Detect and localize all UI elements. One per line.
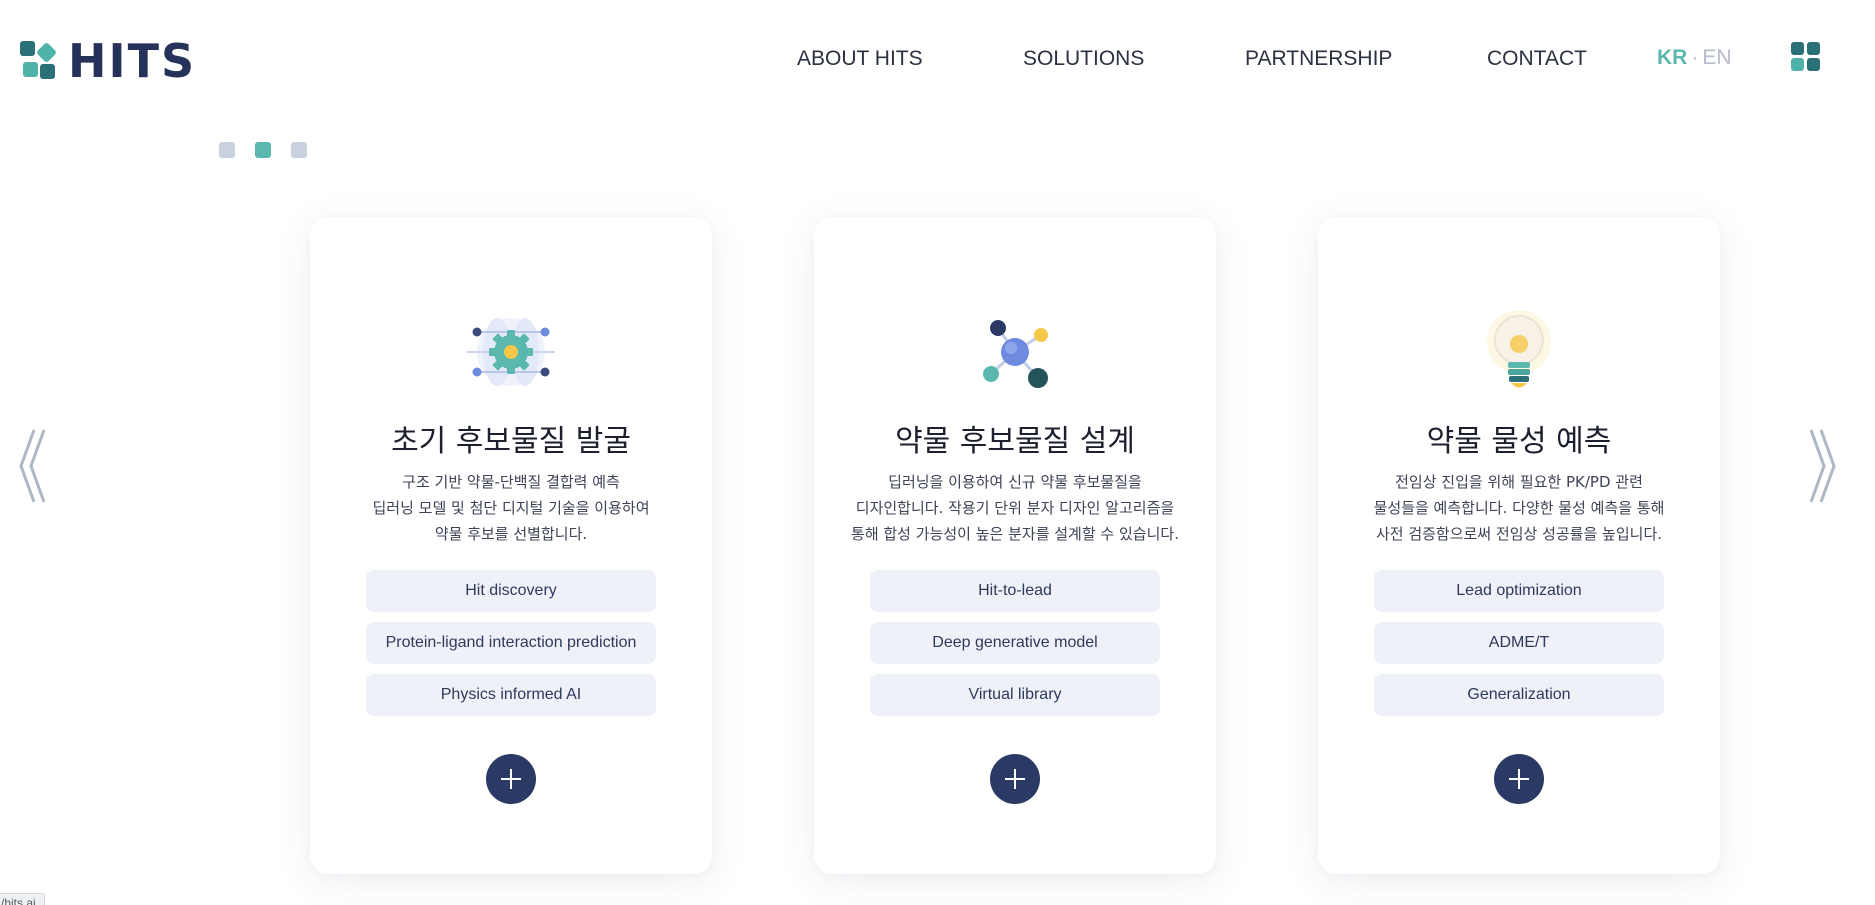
card-description: 전임상 진입을 위해 필요한 PK/PD 관련 물성들을 예측합니다. 다양한 …	[1338, 469, 1700, 547]
card-desc-line: 디자인합니다. 작용기 단위 분자 디자인 알고리즘을	[855, 499, 1175, 517]
card-desc-line: 딥러닝을 이용하여 신규 약물 후보물질을	[888, 473, 1142, 491]
lightbulb-icon	[1469, 302, 1569, 402]
card-desc-line: 약물 후보를 선별합니다.	[434, 525, 588, 543]
lang-en[interactable]: EN	[1702, 46, 1731, 69]
tag: Virtual library	[870, 674, 1160, 716]
language-switcher: KR · EN	[1657, 46, 1732, 70]
pager-dot-1[interactable]	[219, 142, 235, 158]
lang-kr[interactable]: KR	[1657, 46, 1687, 69]
card-description: 구조 기반 약물-단백질 결합력 예측 딥러닝 모델 및 첨단 디지털 기술을 …	[330, 469, 692, 547]
tag: Protein-ligand interaction prediction	[366, 622, 656, 664]
card-desc-line: 통해 합성 가능성이 높은 분자를 설계할 수 있습니다.	[851, 525, 1179, 543]
card-description: 딥러닝을 이용하여 신규 약물 후보물질을 디자인합니다. 작용기 단위 분자 …	[834, 469, 1196, 547]
plus-icon	[1509, 769, 1529, 789]
tag: Generalization	[1374, 674, 1664, 716]
card-desc-line: 전임상 진입을 위해 필요한 PK/PD 관련	[1395, 473, 1643, 491]
card-tags: Lead optimization ADME/T Generalization	[1374, 570, 1664, 726]
gear-network-icon	[461, 302, 561, 402]
nav-solutions[interactable]: SOLUTIONS	[1023, 47, 1144, 71]
logo[interactable]: HITS	[20, 38, 196, 84]
card-desc-line: 딥러닝 모델 및 첨단 디지털 기술을 이용하여	[372, 499, 650, 517]
logo-text: HITS	[68, 34, 197, 88]
tag: Deep generative model	[870, 622, 1160, 664]
lang-separator: ·	[1691, 46, 1699, 69]
card-title: 초기 후보물질 발굴	[391, 424, 631, 459]
status-bar-url: /hits.ai	[0, 893, 45, 905]
chevron-double-right-icon[interactable]	[1806, 428, 1838, 504]
pager-dot-3[interactable]	[291, 142, 307, 158]
solution-card-discovery: 초기 후보물질 발굴 구조 기반 약물-단백질 결합력 예측 딥러닝 모델 및 …	[310, 217, 712, 874]
chevron-double-left-icon[interactable]	[17, 428, 49, 504]
nav-about-hits[interactable]: ABOUT HITS	[797, 47, 923, 71]
molecule-icon	[965, 302, 1065, 402]
card-tags: Hit-to-lead Deep generative model Virtua…	[870, 570, 1160, 726]
logo-mark-icon	[20, 41, 58, 81]
site-header: HITS ABOUT HITS SOLUTIONS PARTNERSHIP CO…	[0, 0, 1875, 118]
pager-dot-2-active[interactable]	[255, 142, 271, 158]
card-tags: Hit discovery Protein-ligand interaction…	[366, 570, 656, 726]
expand-button[interactable]	[1494, 754, 1544, 804]
card-desc-line: 구조 기반 약물-단백질 결합력 예측	[402, 473, 620, 491]
plus-icon	[501, 769, 521, 789]
tag: Lead optimization	[1374, 570, 1664, 612]
tag: Physics informed AI	[366, 674, 656, 716]
tag: ADME/T	[1374, 622, 1664, 664]
grid-menu-icon[interactable]	[1791, 42, 1821, 72]
carousel-pager	[219, 142, 307, 158]
solution-card-prediction: 약물 물성 예측 전임상 진입을 위해 필요한 PK/PD 관련 물성들을 예측…	[1318, 217, 1720, 874]
expand-button[interactable]	[990, 754, 1040, 804]
tag: Hit-to-lead	[870, 570, 1160, 612]
card-title: 약물 후보물질 설계	[895, 424, 1135, 459]
nav-partnership[interactable]: PARTNERSHIP	[1245, 47, 1392, 71]
nav-contact[interactable]: CONTACT	[1487, 47, 1587, 71]
card-desc-line: 물성들을 예측합니다. 다양한 물성 예측을 통해	[1373, 499, 1665, 517]
tag: Hit discovery	[366, 570, 656, 612]
card-title: 약물 물성 예측	[1426, 424, 1612, 459]
plus-icon	[1005, 769, 1025, 789]
expand-button[interactable]	[486, 754, 536, 804]
card-desc-line: 사전 검증함으로써 전임상 성공률을 높입니다.	[1375, 525, 1663, 543]
solution-card-design: 약물 후보물질 설계 딥러닝을 이용하여 신규 약물 후보물질을 디자인합니다.…	[814, 217, 1216, 874]
